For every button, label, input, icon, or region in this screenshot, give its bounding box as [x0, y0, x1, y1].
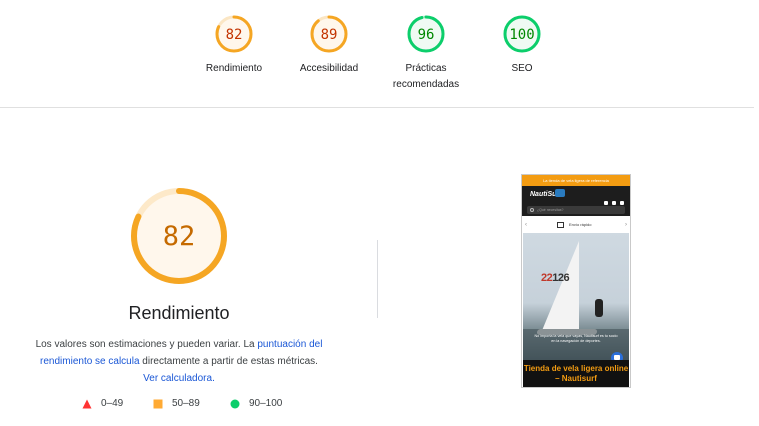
header-icons	[600, 192, 626, 205]
gauge-label: SEO	[511, 63, 533, 74]
circle-icon	[230, 399, 240, 408]
chevron-right-icon: ›	[625, 222, 627, 228]
gauge-label-line1: Prácticas	[405, 63, 447, 74]
category-summary: 82 Rendimiento 89 Accesibilidad 96 Práct…	[0, 0, 754, 108]
gauge-accessibility[interactable]: 89 Accesibilidad	[279, 14, 379, 77]
box-icon	[557, 222, 564, 228]
performance-gauge-large: 82	[129, 186, 229, 286]
performance-description: Los valores son estimaciones y pueden va…	[33, 336, 325, 387]
promo-bar: La tienda de vela ligera de referencia	[522, 175, 630, 186]
calculator-link[interactable]: Ver calculadora.	[143, 373, 215, 384]
performance-score: 82	[163, 221, 196, 252]
chat-icon	[611, 352, 623, 360]
legend-range: 50–89	[172, 398, 200, 409]
gauge-label: Accesibilidad	[299, 63, 359, 74]
shipping-strip: ‹ Envío rápido ›	[522, 218, 630, 232]
gauge-performance[interactable]: 82 Rendimiento	[184, 14, 284, 77]
gauge-ring: 82	[215, 15, 253, 53]
gauge-score: 89	[321, 27, 338, 43]
search-placeholder: ¿Qué necesitas?	[537, 208, 564, 212]
hero-image: 22126 No importa la vela que vayas, Naut…	[523, 233, 629, 360]
description-text: directamente a partir de estas métricas.	[139, 356, 318, 367]
gauge-score: 96	[418, 27, 435, 43]
site-banner: Tienda de vela ligera online – Nautisurf	[523, 360, 629, 387]
legend-range: 0–49	[101, 398, 124, 409]
gauge-label: Prácticas recomendadas	[376, 61, 476, 93]
shipping-text: Envío rápido	[569, 222, 592, 227]
gauge-label-line2: recomendadas	[392, 79, 460, 90]
triangle-icon	[82, 399, 92, 408]
site-search-bar: ¿Qué necesitas?	[527, 206, 625, 214]
gauge-score: 82	[226, 27, 243, 43]
user-icon	[604, 201, 608, 205]
sail-shape	[541, 241, 579, 333]
legend-item-fail: 0–49	[82, 398, 123, 409]
sail-number: 22126	[541, 272, 570, 284]
chevron-left-icon: ‹	[525, 222, 527, 228]
square-icon	[153, 399, 163, 408]
legend-item-average: 50–89	[153, 398, 200, 409]
gauge-ring: 96	[407, 15, 445, 53]
final-screenshot[interactable]: La tienda de vela ligera de referencia N…	[521, 174, 631, 388]
search-icon	[530, 208, 534, 212]
menu-icon	[620, 201, 624, 205]
gauge-best-practices[interactable]: 96 Prácticas recomendadas	[376, 14, 476, 93]
vertical-divider	[377, 240, 378, 318]
gauge-score: 100	[509, 27, 534, 43]
gauge-label: Rendimiento	[205, 63, 263, 74]
gauge-ring: 100	[503, 15, 541, 53]
sailor-figure	[595, 299, 603, 317]
gauge-seo[interactable]: 100 SEO	[472, 14, 572, 77]
logo-badge-icon	[555, 189, 565, 197]
site-header: NautiSurf ¿Qué necesitas?	[522, 186, 630, 216]
performance-title: Rendimiento	[128, 303, 230, 323]
legend-item-pass: 90–100	[230, 398, 282, 409]
legend-range: 90–100	[249, 398, 283, 409]
hero-text: No importa la vela que vayas, Nautisurf …	[534, 334, 618, 343]
cart-icon	[612, 201, 616, 205]
sail-number-red: 22	[541, 272, 553, 284]
description-text: Los valores son estimaciones y pueden va…	[35, 339, 258, 350]
site-logo: NautiSurf	[530, 191, 562, 198]
sail-number-rest: 126	[552, 272, 570, 284]
gauge-ring: 89	[310, 15, 348, 53]
gauge-ring-large: 82	[131, 188, 227, 284]
